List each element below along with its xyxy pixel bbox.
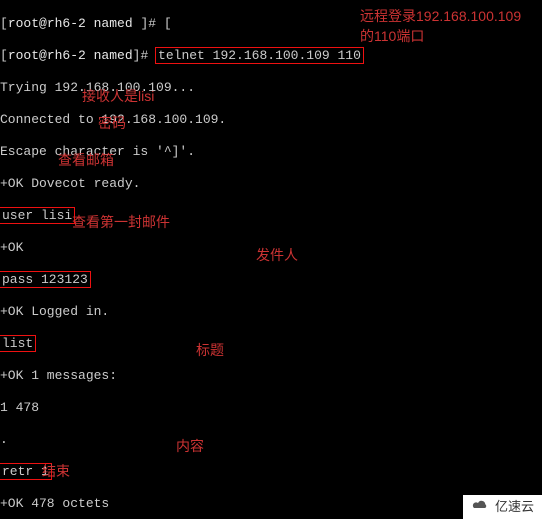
output-line: Connected to 192.168.100.109. [0, 112, 542, 128]
output-line: +OK 478 octets [0, 496, 542, 512]
output-line: +OK 1 messages: [0, 368, 542, 384]
annotation-retr: 查看第一封邮件 [72, 214, 170, 230]
cmd-list: list [0, 336, 35, 351]
output-line: . [0, 432, 542, 448]
watermark-logo: 亿速云 [463, 495, 542, 519]
host: root@rh6-2 named [8, 16, 133, 31]
annotation-user: 接收人是lisi [82, 88, 154, 104]
output-line: 1 478 [0, 400, 542, 416]
cmd-user: user lisi [0, 208, 74, 223]
annotation-from: 发件人 [256, 247, 298, 263]
output-line: +OK Dovecot ready. [0, 176, 542, 192]
cmd-telnet: telnet 192.168.100.109 110 [156, 48, 363, 63]
annotation-telnet1: 远程登录192.168.100.109 [360, 8, 521, 24]
output-line: +OK Logged in. [0, 304, 542, 320]
annotation-body: 内容 [176, 438, 204, 454]
cloud-icon [471, 499, 489, 515]
output-line: retr 1 [0, 464, 542, 480]
output-line: pass 123123 [0, 272, 542, 288]
output-line: [root@rh6-2 named]# telnet 192.168.100.1… [0, 48, 542, 64]
annotation-subj: 标题 [196, 342, 224, 358]
output-line: list [0, 336, 542, 352]
annotation-pass: 密码 [98, 115, 126, 131]
annotation-telnet2: 的110端口 [360, 28, 424, 44]
annotation-list: 查看邮箱 [58, 152, 114, 168]
cmd-pass: pass 123123 [0, 272, 90, 287]
annotation-end: 结束 [42, 463, 70, 479]
watermark-text: 亿速云 [495, 499, 534, 515]
